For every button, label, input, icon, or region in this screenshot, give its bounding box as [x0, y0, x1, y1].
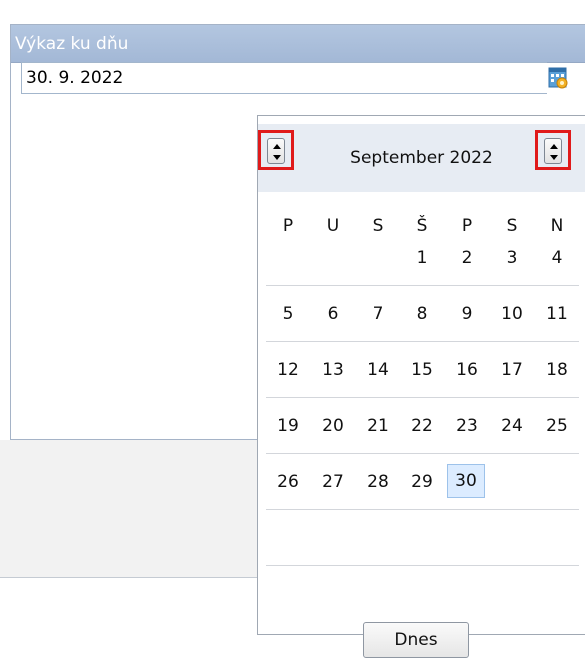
prev-month-highlight — [258, 130, 294, 170]
day-cell — [356, 520, 400, 556]
week-row: 12 13 14 15 16 17 18 — [266, 342, 579, 398]
day-cell[interactable]: 3 — [490, 240, 534, 276]
day-cell[interactable]: 28 — [356, 464, 400, 500]
day-cell — [445, 520, 489, 556]
day-cell — [535, 464, 579, 500]
day-cell[interactable]: 26 — [266, 464, 310, 500]
top-strip — [0, 0, 585, 24]
week-row: 19 20 21 22 23 24 25 — [266, 398, 579, 454]
day-cell[interactable]: 20 — [311, 408, 355, 444]
day-cell[interactable]: 21 — [356, 408, 400, 444]
week-row: 26 27 28 29 30 — [266, 454, 579, 510]
day-cell — [400, 520, 444, 556]
day-cell[interactable]: 4 — [535, 240, 579, 276]
day-cell[interactable]: 29 — [400, 464, 444, 500]
day-cell — [266, 520, 310, 556]
day-cell — [356, 240, 400, 276]
day-cell — [311, 520, 355, 556]
day-cell[interactable]: 24 — [490, 408, 534, 444]
calendar-icon[interactable] — [546, 64, 570, 92]
day-cell[interactable]: 7 — [356, 296, 400, 332]
day-cell[interactable]: 19 — [266, 408, 310, 444]
day-cell[interactable]: 8 — [400, 296, 444, 332]
week-row: 1 2 3 4 — [266, 230, 579, 286]
date-input[interactable]: 30. 9. 2022 — [21, 62, 547, 94]
day-cell[interactable]: 17 — [490, 352, 534, 388]
day-cell[interactable]: 25 — [535, 408, 579, 444]
day-cell[interactable]: 14 — [356, 352, 400, 388]
day-cell — [311, 240, 355, 276]
next-month-spinner-icon[interactable] — [544, 138, 562, 164]
day-cell-selected[interactable]: 30 — [447, 464, 485, 498]
day-cell[interactable]: 9 — [445, 296, 489, 332]
day-cell[interactable]: 23 — [445, 408, 489, 444]
dialog-title: Výkaz ku dňu — [11, 25, 585, 63]
day-cell[interactable]: 5 — [266, 296, 310, 332]
day-cell[interactable]: 27 — [311, 464, 355, 500]
day-cell[interactable]: 10 — [490, 296, 534, 332]
day-cell[interactable]: 6 — [311, 296, 355, 332]
day-cell[interactable]: 16 — [445, 352, 489, 388]
next-month-highlight — [535, 130, 571, 170]
day-cell[interactable]: 1 — [400, 240, 444, 276]
day-cell[interactable]: 12 — [266, 352, 310, 388]
day-cell[interactable]: 18 — [535, 352, 579, 388]
day-cell[interactable]: 22 — [400, 408, 444, 444]
calendar-popup: September 2022 P U S Š P S N 1 2 3 4 5 6… — [257, 115, 585, 658]
day-cell — [490, 464, 534, 500]
day-cell — [266, 240, 310, 276]
day-cell — [535, 520, 579, 556]
day-cell[interactable]: 2 — [445, 240, 489, 276]
day-cell[interactable]: 15 — [400, 352, 444, 388]
week-row: 5 6 7 8 9 10 11 — [266, 286, 579, 342]
prev-month-spinner-icon[interactable] — [267, 138, 285, 164]
day-cell — [490, 520, 534, 556]
week-row — [266, 510, 579, 566]
day-cell[interactable]: 13 — [311, 352, 355, 388]
today-button[interactable]: Dnes — [363, 622, 469, 658]
calendar-header: September 2022 — [258, 124, 585, 192]
day-cell[interactable]: 11 — [535, 296, 579, 332]
